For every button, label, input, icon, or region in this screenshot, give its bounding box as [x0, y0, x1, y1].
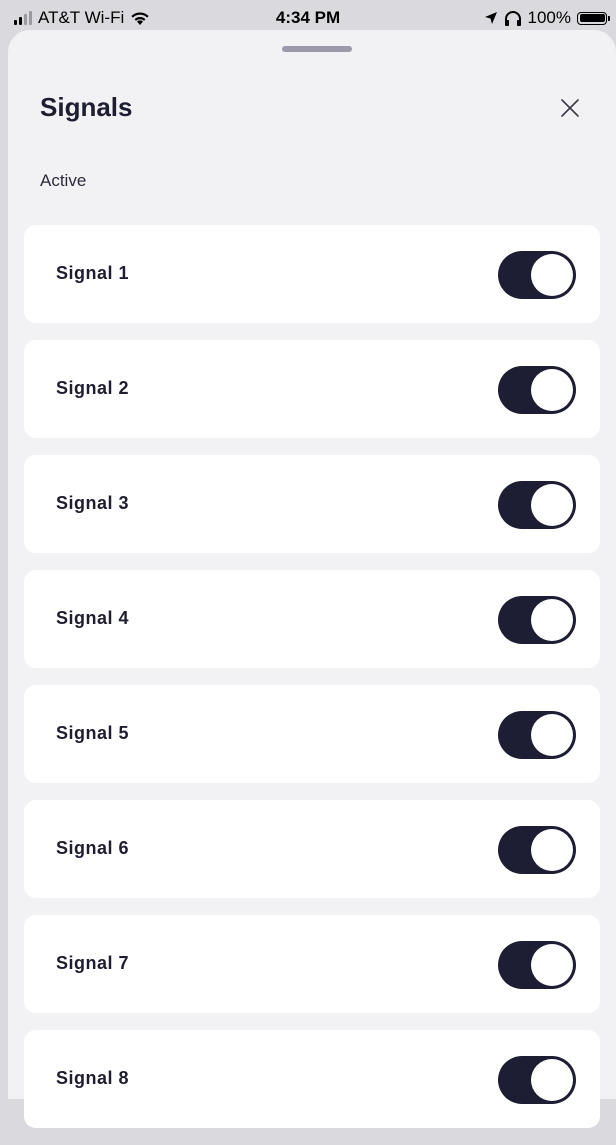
sheet-title: Signals	[40, 92, 133, 122]
battery-percentage: 100%	[527, 8, 571, 27]
signal-toggle[interactable]	[498, 1056, 576, 1104]
signal-row: Signal 3	[24, 455, 600, 553]
toggle-knob	[531, 829, 573, 871]
headphones-icon	[504, 10, 521, 26]
signal-toggle[interactable]	[498, 366, 576, 414]
signal-toggle[interactable]	[498, 481, 576, 529]
signals-sheet: Signals Active Signal 1 Signal 2 Signal …	[8, 30, 616, 1128]
signal-toggle[interactable]	[498, 711, 576, 759]
signal-label: Signal 5	[56, 723, 130, 743]
toggle-knob	[531, 254, 573, 296]
signal-row: Signal 7	[24, 915, 600, 1013]
signal-label: Signal 6	[56, 838, 130, 858]
close-button[interactable]	[556, 94, 584, 122]
signal-label: Signal 3	[56, 493, 130, 513]
signal-label: Signal 8	[56, 1068, 130, 1088]
toggle-knob	[531, 484, 573, 526]
signal-toggle[interactable]	[498, 941, 576, 989]
signal-label: Signal 4	[56, 608, 130, 628]
toggle-knob	[531, 599, 573, 641]
status-bar-right: 100%	[484, 8, 610, 28]
sheet-grabber-handle[interactable]	[282, 46, 352, 52]
battery-icon	[577, 11, 610, 25]
toggle-knob	[531, 369, 573, 411]
signal-toggle[interactable]	[498, 826, 576, 874]
signal-row: Signal 8	[24, 1030, 600, 1128]
toggle-knob	[531, 714, 573, 756]
signal-row: Signal 4	[24, 570, 600, 668]
signal-row: Signal 6	[24, 800, 600, 898]
signal-toggle[interactable]	[498, 251, 576, 299]
signal-label: Signal 1	[56, 263, 130, 283]
close-icon	[561, 99, 579, 117]
signal-row: Signal 5	[24, 685, 600, 783]
section-label-active: Active	[40, 171, 87, 190]
toggle-knob	[531, 1059, 573, 1101]
signal-label: Signal 2	[56, 378, 130, 398]
signal-list: Signal 1 Signal 2 Signal 3 Signal 4 Sign…	[24, 225, 600, 1145]
location-arrow-icon	[484, 12, 497, 24]
signal-toggle[interactable]	[498, 596, 576, 644]
signal-label: Signal 7	[56, 953, 130, 973]
signal-row: Signal 2	[24, 340, 600, 438]
signal-row: Signal 1	[24, 225, 600, 323]
toggle-knob	[531, 944, 573, 986]
